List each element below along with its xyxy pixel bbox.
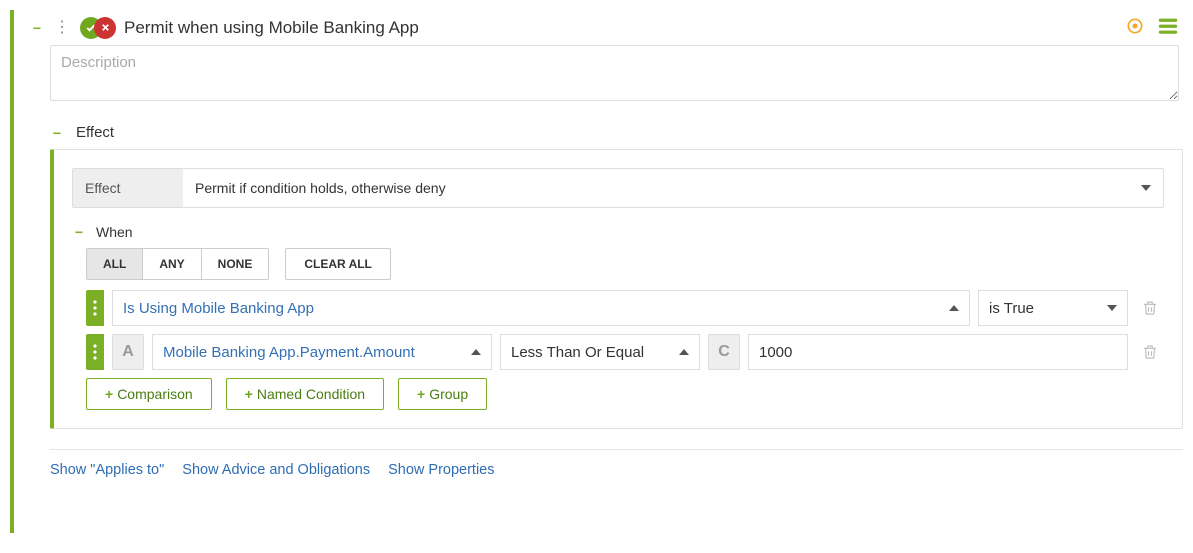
attribute-value: Is Using Mobile Banking App: [123, 300, 941, 317]
chevron-down-icon: [1107, 305, 1117, 311]
row-drag-handle[interactable]: [86, 290, 104, 326]
right-chip: C: [708, 334, 740, 370]
add-comparison-label: Comparison: [117, 386, 192, 402]
when-section-header: − When: [72, 224, 1164, 240]
effect-value: Permit if condition holds, otherwise den…: [195, 180, 446, 196]
operator-select[interactable]: Less Than Or Equal: [500, 334, 700, 370]
target-icon[interactable]: [1125, 16, 1145, 39]
collapse-toggle[interactable]: −: [72, 224, 86, 240]
rule-header: − ⋮ Permit when using Mobile Banking App: [30, 10, 1183, 45]
chevron-up-icon: [949, 305, 959, 311]
clear-all-button[interactable]: CLEAR ALL: [285, 248, 391, 280]
operator-select[interactable]: is True: [978, 290, 1128, 326]
plus-icon: +: [245, 386, 253, 402]
drag-handle-icon[interactable]: ⋮: [52, 20, 72, 36]
rule-title[interactable]: Permit when using Mobile Banking App: [124, 18, 1117, 38]
collapse-toggle[interactable]: −: [50, 125, 64, 141]
operator-value: is True: [989, 300, 1099, 317]
left-chip: A: [112, 334, 144, 370]
collapse-toggle[interactable]: −: [30, 20, 44, 36]
chevron-up-icon: [471, 349, 481, 355]
effect-field-label: Effect: [73, 169, 183, 207]
footer-links: Show "Applies to" Show Advice and Obliga…: [50, 462, 1183, 478]
when-section-label: When: [96, 224, 133, 240]
add-named-condition-button[interactable]: + Named Condition: [226, 378, 384, 410]
attribute-select[interactable]: Mobile Banking App.Payment.Amount: [152, 334, 492, 370]
plus-icon: +: [105, 386, 113, 402]
match-any-button[interactable]: ANY: [143, 249, 201, 279]
effect-panel: Effect Permit if condition holds, otherw…: [50, 149, 1183, 429]
comparison-value: 1000: [759, 344, 1117, 361]
effect-section-header: − Effect: [50, 124, 1183, 141]
attribute-value: Mobile Banking App.Payment.Amount: [163, 344, 463, 361]
show-advice-link[interactable]: Show Advice and Obligations: [182, 462, 370, 478]
menu-icon[interactable]: [1157, 16, 1179, 39]
match-none-button[interactable]: NONE: [202, 249, 269, 279]
add-comparison-button[interactable]: + Comparison: [86, 378, 212, 410]
delete-condition-button[interactable]: [1136, 334, 1164, 370]
effect-section-label: Effect: [76, 124, 114, 141]
effect-select[interactable]: Effect Permit if condition holds, otherw…: [72, 168, 1164, 208]
plus-icon: +: [417, 386, 425, 402]
condition-row: Is Using Mobile Banking App is True: [86, 290, 1164, 326]
delete-condition-button[interactable]: [1136, 290, 1164, 326]
row-drag-handle[interactable]: [86, 334, 104, 370]
condition-row: A Mobile Banking App.Payment.Amount Less…: [86, 334, 1164, 370]
permit-deny-icon: [80, 17, 116, 39]
attribute-select[interactable]: Is Using Mobile Banking App: [112, 290, 970, 326]
value-input[interactable]: 1000: [748, 334, 1128, 370]
show-applies-to-link[interactable]: Show "Applies to": [50, 462, 164, 478]
match-mode-segment: ALL ANY NONE: [86, 248, 269, 280]
chevron-down-icon: [1141, 185, 1151, 191]
show-properties-link[interactable]: Show Properties: [388, 462, 494, 478]
description-textarea[interactable]: [50, 45, 1179, 101]
add-group-label: Group: [429, 386, 468, 402]
divider: [50, 449, 1183, 450]
panel-accent-bar: [10, 10, 14, 533]
operator-value: Less Than Or Equal: [511, 344, 671, 361]
add-named-label: Named Condition: [257, 386, 365, 402]
add-group-button[interactable]: + Group: [398, 378, 487, 410]
chevron-up-icon: [679, 349, 689, 355]
match-all-button[interactable]: ALL: [87, 249, 143, 279]
deny-badge-icon: [94, 17, 116, 39]
